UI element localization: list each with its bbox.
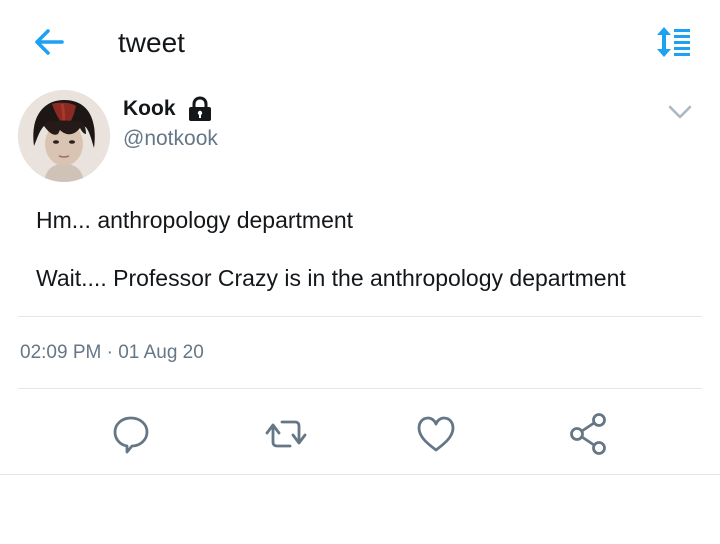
page-title: tweet [118, 27, 185, 58]
divider [0, 474, 720, 475]
lock-icon [186, 95, 214, 123]
reply-button[interactable] [105, 408, 157, 460]
author-name-row: Kook [123, 94, 214, 124]
sort-button[interactable] [652, 24, 696, 60]
arrow-left-icon [35, 29, 64, 55]
reply-icon [113, 416, 149, 454]
action-bar [0, 408, 720, 460]
avatar[interactable] [18, 90, 110, 182]
tweet-text: Hm... anthropology department Wait.... P… [36, 204, 706, 294]
sort-icon [657, 27, 690, 57]
like-button[interactable] [410, 408, 462, 460]
author-handle[interactable]: @notkook [123, 126, 218, 152]
retweet-icon [265, 420, 307, 448]
back-button[interactable] [28, 22, 72, 62]
more-options-button[interactable] [662, 98, 698, 126]
author-name[interactable]: Kook [123, 96, 176, 122]
top-bar: tweet [0, 0, 720, 84]
retweet-button[interactable] [260, 408, 312, 460]
profile-photo [18, 90, 110, 182]
divider [18, 316, 702, 317]
tweet-text-line: Wait.... Professor Crazy is in the anthr… [36, 265, 626, 291]
share-icon [570, 413, 606, 455]
share-button[interactable] [562, 408, 614, 460]
tweet-timestamp: 02:09 PM · 01 Aug 20 [20, 342, 204, 363]
tweet-text-line: Hm... anthropology department [36, 207, 354, 233]
divider [18, 388, 702, 389]
chevron-down-icon [668, 105, 692, 119]
like-icon [417, 416, 455, 452]
